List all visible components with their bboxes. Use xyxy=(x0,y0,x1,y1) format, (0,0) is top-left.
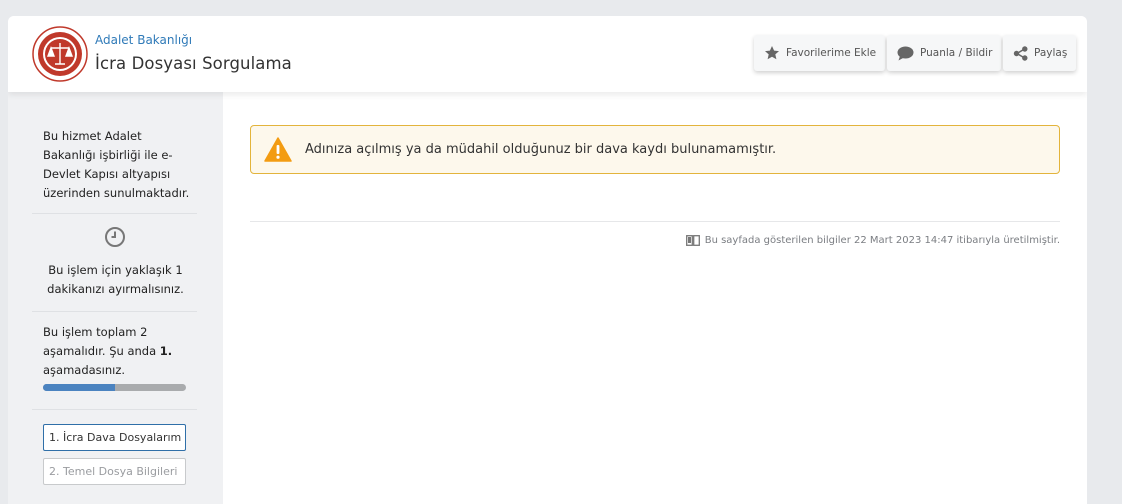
stage-text-suffix: aşamadasınız. xyxy=(43,363,126,377)
page-header: Adalet Bakanlığı İcra Dosyası Sorgulama … xyxy=(8,16,1087,92)
step-2-basic-file-info[interactable]: 2. Temel Dosya Bilgileri xyxy=(43,458,186,485)
duration-info-text: Bu işlem için yaklaşık 1 dakikanızı ayır… xyxy=(47,263,184,296)
generated-at-note: Bu sayfada gösterilen bilgiler 22 Mart 2… xyxy=(685,235,1060,246)
current-stage: 1. xyxy=(159,344,173,358)
add-to-favorites-label: Favorilerime Ekle xyxy=(786,47,877,59)
sidebar-divider xyxy=(32,213,197,214)
add-to-favorites-button[interactable]: Favorilerime Ekle xyxy=(754,35,886,71)
alert-message: Adınıza açılmış ya da müdahil olduğunuz … xyxy=(305,142,777,157)
warning-triangle-icon xyxy=(264,137,292,166)
ministry-name-link[interactable]: Adalet Bakanlığı xyxy=(95,33,192,47)
step-1-enforcement-files[interactable]: 1. İcra Dava Dosyalarım xyxy=(43,424,186,451)
share-label: Paylaş xyxy=(1034,47,1068,59)
speech-bubble-icon xyxy=(897,46,914,60)
sidebar: Bu hizmet Adalet Bakanlığı işbirliği ile… xyxy=(8,92,223,504)
stage-info-text: Bu işlem toplam 2 aşamalıdır. Şu anda 1.… xyxy=(43,323,193,380)
main-content: Adınıza açılmış ya da müdahil olduğunuz … xyxy=(223,92,1087,504)
service-info-text: Bu hizmet Adalet Bakanlığı işbirliği ile… xyxy=(43,129,190,200)
stage-progress-bar xyxy=(43,384,186,391)
rate-report-label: Puanla / Bildir xyxy=(920,47,993,59)
generated-at-text: Bu sayfada gösterilen bilgiler 22 Mart 2… xyxy=(704,235,1060,246)
no-record-alert: Adınıza açılmış ya da müdahil olduğunuz … xyxy=(250,125,1060,174)
share-button[interactable]: Paylaş xyxy=(1003,35,1077,71)
share-icon xyxy=(1013,45,1028,61)
stage-text-prefix: Bu işlem toplam 2 aşamalıdır. Şu anda xyxy=(43,325,160,358)
service-card: Adalet Bakanlığı İcra Dosyası Sorgulama … xyxy=(8,16,1087,504)
book-icon xyxy=(685,235,700,246)
clock-icon xyxy=(104,226,126,252)
ministry-logo xyxy=(32,26,88,82)
stage-progress-fill xyxy=(43,384,115,391)
content-divider xyxy=(250,221,1060,222)
star-icon xyxy=(765,46,779,60)
sidebar-divider xyxy=(32,311,197,312)
sidebar-divider xyxy=(32,409,197,410)
page-title: İcra Dosyası Sorgulama xyxy=(95,54,292,73)
rate-report-button[interactable]: Puanla / Bildir xyxy=(887,35,1002,71)
